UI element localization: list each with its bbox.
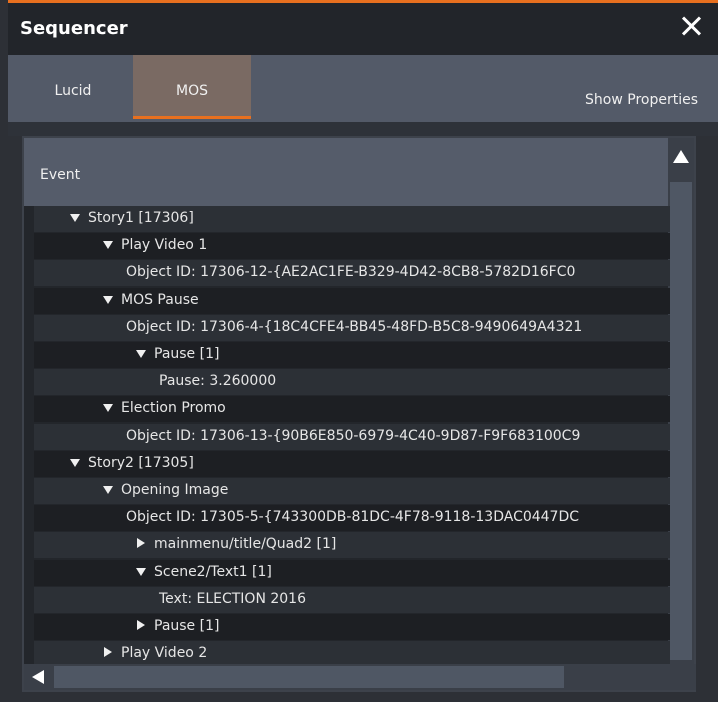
divider (8, 122, 718, 136)
expand-triangle-icon[interactable] (137, 620, 145, 630)
tree-row-label: Play Video 1 (121, 237, 208, 253)
tree-row-label: Story1 [17306] (88, 210, 194, 226)
tree-row[interactable]: Election Promo (34, 396, 670, 422)
tree-row[interactable]: Pause [1] (34, 342, 670, 368)
collapse-triangle-icon[interactable] (136, 568, 146, 576)
show-properties-button[interactable]: Show Properties (585, 92, 698, 108)
event-tree-panel: Event Story1 [17306] Play Video 1 Object I… (22, 136, 696, 692)
tree-row-label: Pause [1] (154, 618, 220, 634)
expand-triangle-icon[interactable] (137, 538, 145, 548)
tree-row-label: Opening Image (121, 482, 229, 498)
close-icon[interactable] (680, 15, 702, 37)
horizontal-scrollbar[interactable] (24, 664, 696, 690)
event-tree: Story1 [17306] Play Video 1 Object ID: 173… (34, 206, 670, 664)
tab-lucid[interactable]: Lucid (14, 55, 132, 119)
tree-row[interactable]: Object ID: 17306-12-{AE2AC1FE-B329-4D42-… (34, 260, 670, 286)
collapse-triangle-icon[interactable] (103, 486, 113, 494)
tree-row[interactable]: mainmenu/title/Quad2 [1] (34, 532, 670, 558)
collapse-triangle-icon[interactable] (136, 350, 146, 358)
tree-row-label: Story2 [17305] (88, 455, 194, 471)
tree-row-label: Pause [1] (154, 346, 220, 362)
tree-row[interactable]: Opening Image (34, 478, 670, 504)
tree-row[interactable]: Object ID: 17305-5-{743300DB-81DC-4F78-9… (34, 505, 670, 531)
window-title: Sequencer (20, 18, 128, 39)
tree-row[interactable]: Object ID: 17306-4-{18C4CFE4-BB45-48FD-B… (34, 315, 670, 341)
collapse-triangle-icon[interactable] (70, 459, 80, 467)
tree-row[interactable]: Scene2/Text1 [1] (34, 560, 670, 586)
tree-row[interactable]: Story2 [17305] (34, 451, 670, 477)
tree-row[interactable]: Pause [1] (34, 614, 670, 640)
collapse-triangle-icon[interactable] (103, 404, 113, 412)
tree-row[interactable]: Object ID: 17306-13-{90B6E850-6979-4C40-… (34, 424, 670, 450)
tree-row[interactable]: Story1 [17306] (34, 206, 670, 232)
tree-row[interactable]: Play Video 1 (34, 233, 670, 259)
tab-bar: Lucid MOS Show Properties (8, 55, 718, 122)
tab-mos[interactable]: MOS (133, 55, 251, 119)
column-header-event: Event (40, 167, 81, 183)
vertical-scroll-thumb[interactable] (670, 182, 692, 660)
scroll-left-arrow-icon[interactable] (32, 670, 44, 684)
horizontal-scroll-thumb[interactable] (54, 666, 564, 688)
tree-row-label: Scene2/Text1 [1] (154, 564, 272, 580)
collapse-triangle-icon[interactable] (103, 296, 113, 304)
tree-row[interactable]: MOS Pause (34, 288, 670, 314)
expand-triangle-icon[interactable] (104, 647, 112, 657)
tree-row-label: Object ID: 17306-13-{90B6E850-6979-4C40-… (126, 428, 581, 444)
tree-row-label: Object ID: 17306-4-{18C4CFE4-BB45-48FD-B… (126, 319, 583, 335)
tree-row-label: Object ID: 17305-5-{743300DB-81DC-4F78-9… (126, 509, 580, 525)
tree-row-label: Election Promo (121, 400, 226, 416)
tree-row-label: MOS Pause (121, 292, 199, 308)
tree-row[interactable]: Pause: 3.260000 (34, 369, 670, 395)
collapse-triangle-icon[interactable] (70, 214, 80, 222)
collapse-triangle-icon[interactable] (103, 241, 113, 249)
tree-row-label: Play Video 2 (121, 645, 208, 661)
tree-row-label: Text: ELECTION 2016 (159, 591, 306, 607)
column-header[interactable]: Event (24, 138, 670, 206)
sequencer-window: Sequencer Lucid MOS Show Properties Even… (0, 0, 718, 702)
tree-row[interactable]: Text: ELECTION 2016 (34, 587, 670, 613)
vertical-scrollbar[interactable] (668, 138, 694, 664)
tree-row-label: Object ID: 17306-12-{AE2AC1FE-B329-4D42-… (126, 264, 576, 280)
title-bar: Sequencer (8, 3, 718, 55)
tree-row-label: mainmenu/title/Quad2 [1] (154, 536, 337, 552)
tree-row-label: Pause: 3.260000 (159, 373, 277, 389)
tree-row[interactable]: Play Video 2 (34, 641, 670, 664)
scroll-up-arrow-icon[interactable] (673, 150, 689, 163)
